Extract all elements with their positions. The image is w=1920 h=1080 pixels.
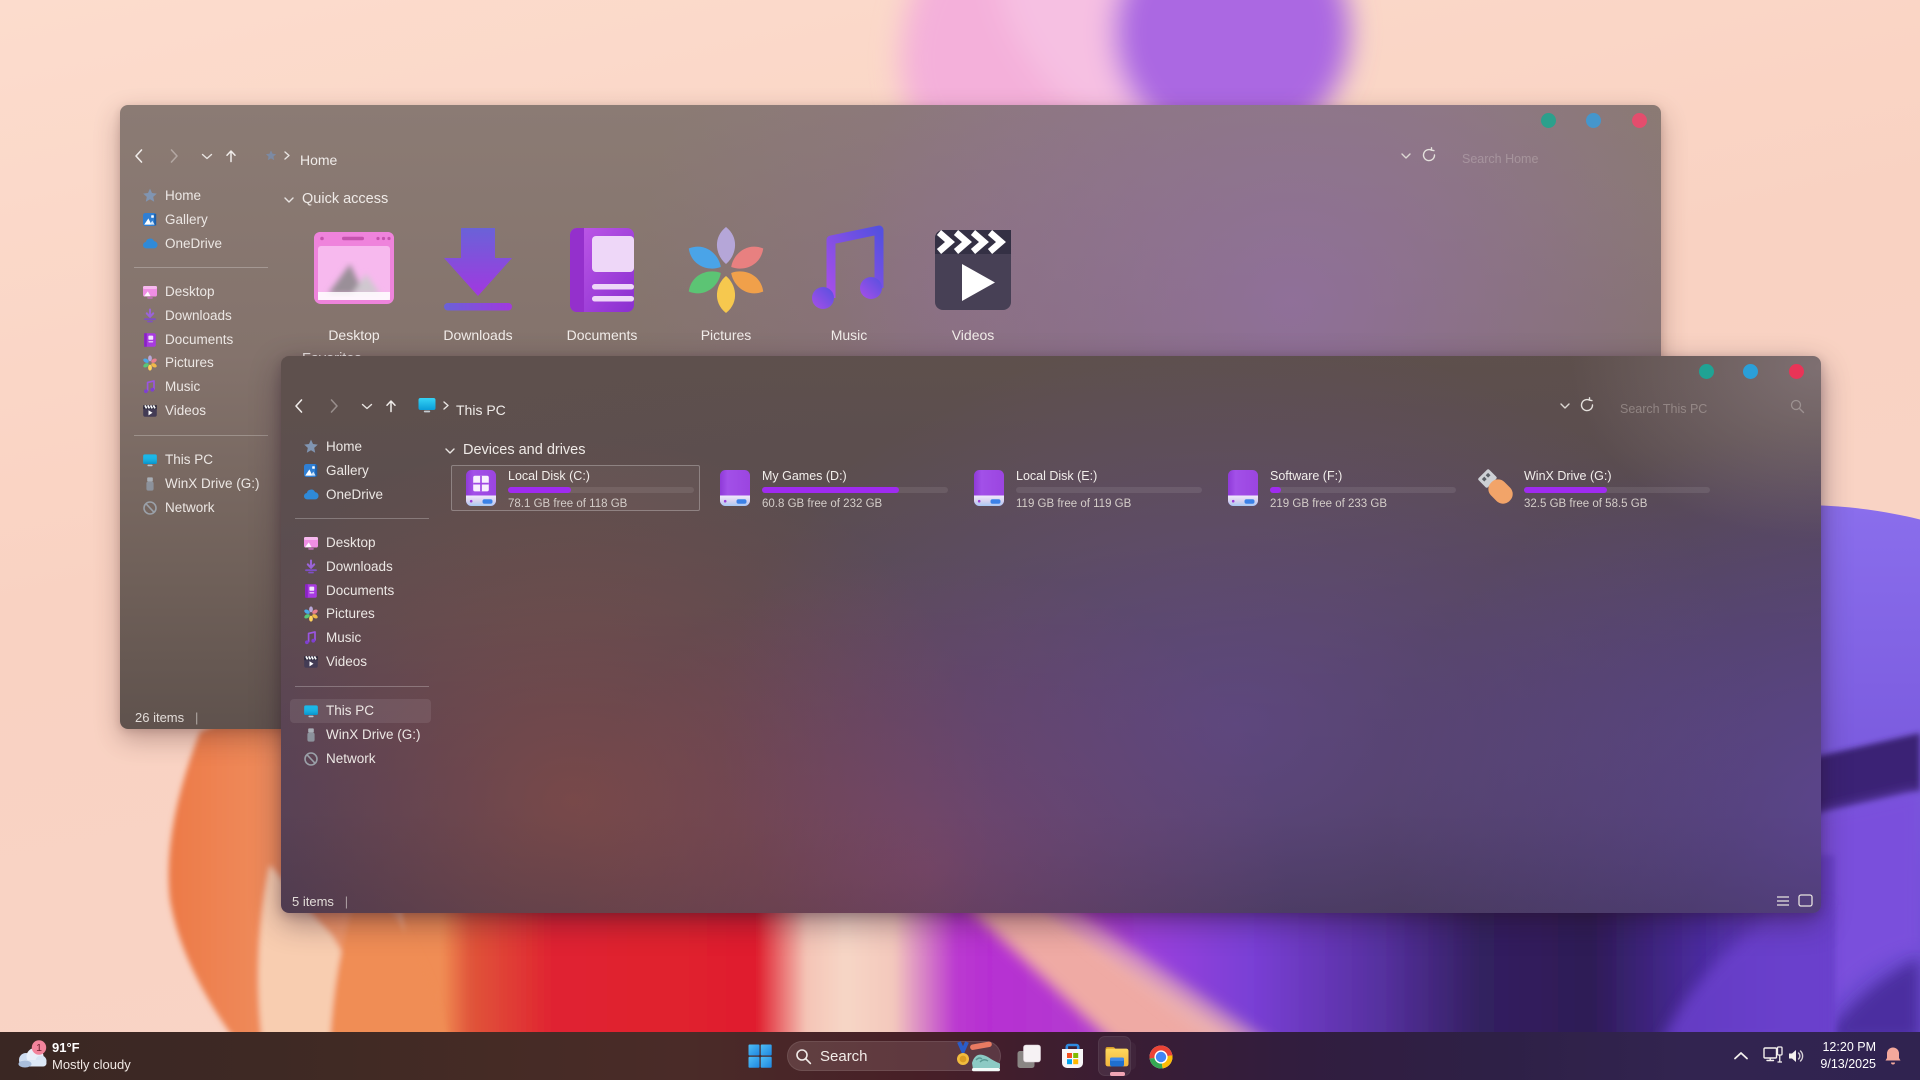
svg-text:1: 1 xyxy=(36,1042,42,1054)
